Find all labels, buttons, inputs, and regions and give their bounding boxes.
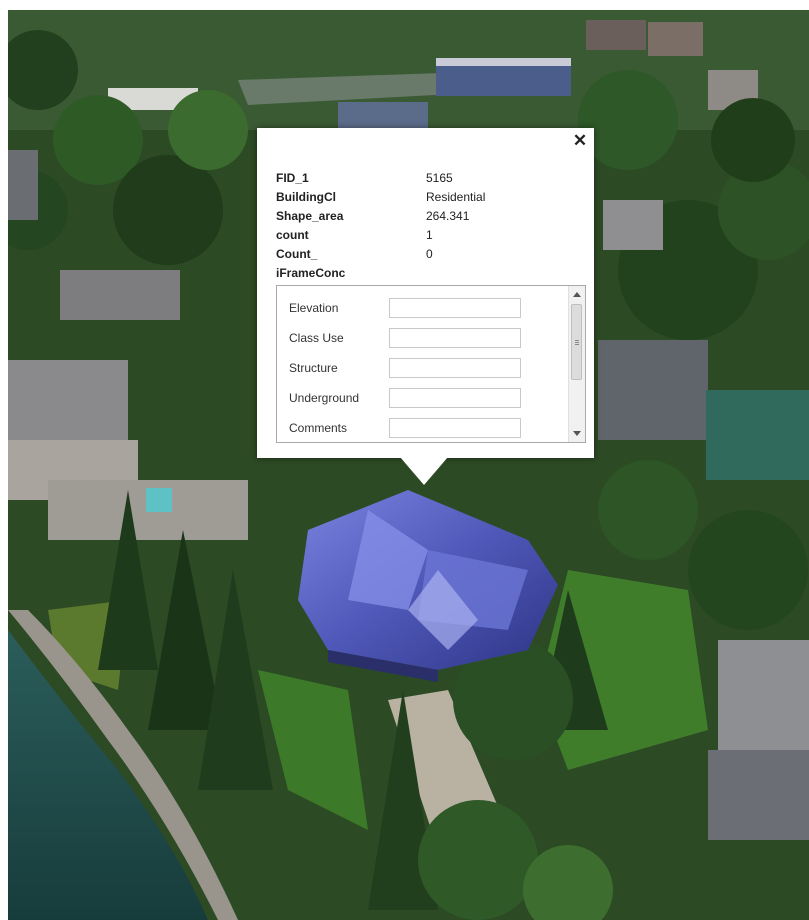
attribute-key: Count_ <box>276 246 318 261</box>
structure-input[interactable] <box>389 358 521 378</box>
attribute-value: 0 <box>426 246 433 261</box>
field-label: Comments <box>289 421 348 435</box>
attribute-key: FID_1 <box>276 170 309 185</box>
attribute-value: 5165 <box>426 170 453 185</box>
attribute-value: 1 <box>426 227 433 242</box>
form-row-structure: Structure <box>289 358 529 380</box>
attribute-row: Count_ 0 <box>276 244 485 263</box>
attribute-row: iFrameConc <box>276 263 485 282</box>
attribute-row: Shape_area 264.341 <box>276 206 485 225</box>
grip-icon <box>575 340 579 341</box>
form-row-elevation: Elevation <box>289 298 529 320</box>
attribute-key: count <box>276 227 309 242</box>
underground-input[interactable] <box>389 388 521 408</box>
attribute-value: Residential <box>426 189 486 204</box>
attribute-key: BuildingCl <box>276 189 336 204</box>
scroll-down-icon[interactable] <box>573 431 581 436</box>
scroll-thumb[interactable] <box>571 304 582 380</box>
attribute-row: FID_1 5165 <box>276 168 485 187</box>
attribute-row: BuildingCl Residential <box>276 187 485 206</box>
attribute-row: count 1 <box>276 225 485 244</box>
form-row-class-use: Class Use <box>289 328 529 350</box>
popup-pointer <box>400 457 448 485</box>
form-row-underground: Underground <box>289 388 529 410</box>
feature-popup: ✕ FID_1 5165 BuildingCl Residential Shap… <box>257 128 594 458</box>
field-label: Elevation <box>289 301 339 315</box>
comments-input[interactable] <box>389 418 521 438</box>
attribute-table: FID_1 5165 BuildingCl Residential Shape_… <box>276 168 485 282</box>
elevation-input[interactable] <box>389 298 521 318</box>
embedded-form-frame[interactable]: Elevation Class Use Structure Undergroun… <box>276 285 586 443</box>
close-icon[interactable]: ✕ <box>571 132 589 150</box>
attribute-key: Shape_area <box>276 208 344 223</box>
scroll-up-icon[interactable] <box>573 292 581 297</box>
field-label: Class Use <box>289 331 344 345</box>
field-label: Underground <box>289 391 360 405</box>
field-label: Structure <box>289 361 338 375</box>
form-row-comments: Comments <box>289 418 529 440</box>
vertical-scrollbar[interactable] <box>568 286 585 442</box>
attribute-value <box>426 263 485 282</box>
attribute-value: 264.341 <box>426 208 470 223</box>
attribute-key: iFrameConc <box>276 265 346 280</box>
class-use-input[interactable] <box>389 328 521 348</box>
